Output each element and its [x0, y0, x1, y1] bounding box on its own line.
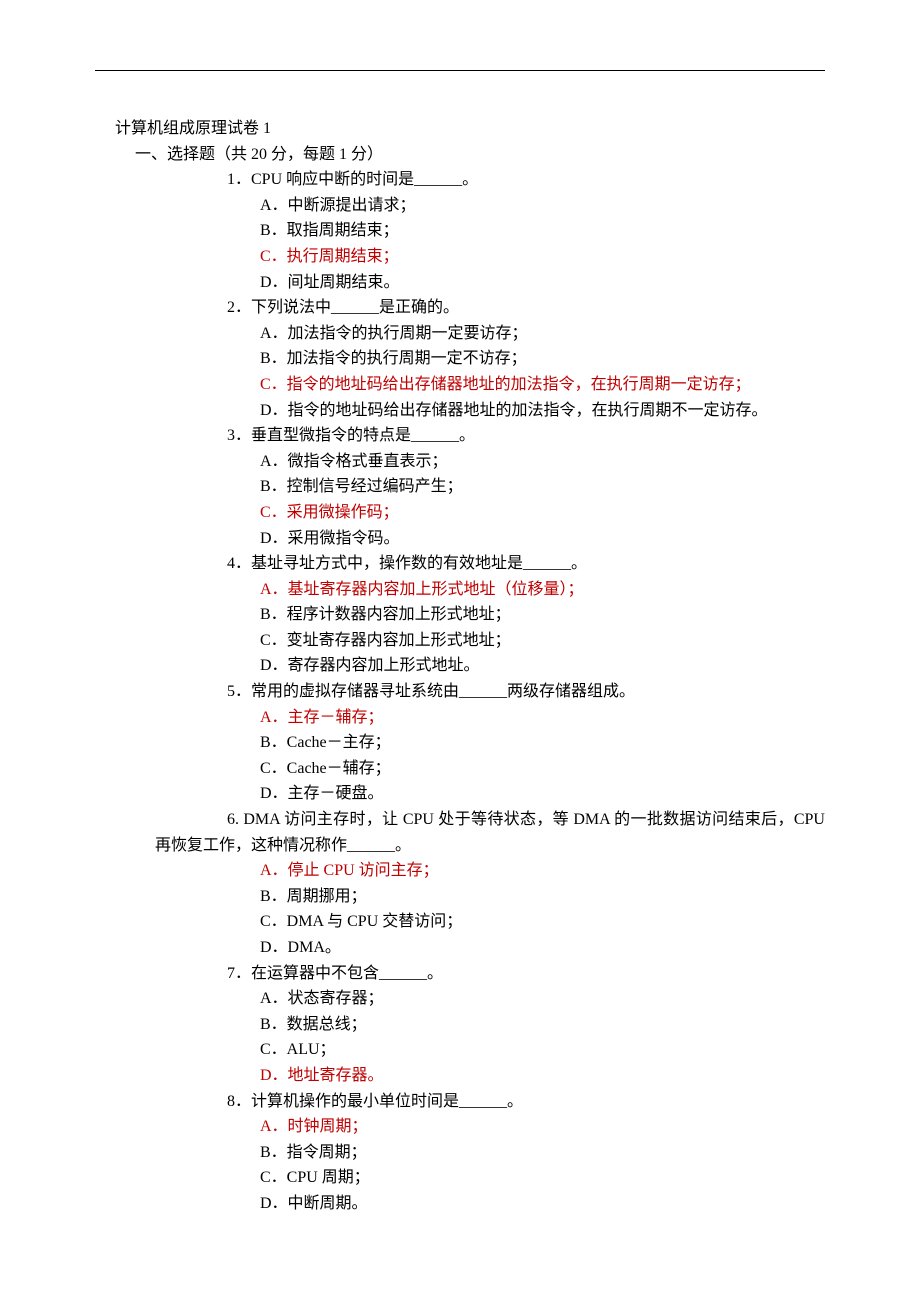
option: C．变址寄存器内容加上形式地址；	[260, 628, 825, 654]
option: C．Cache－辅存；	[260, 756, 825, 782]
option: D．主存－硬盘。	[260, 781, 825, 807]
option: B．Cache－主存；	[260, 730, 825, 756]
option: A．状态寄存器；	[260, 986, 825, 1012]
question-stem: 7．在运算器中不包含______。	[227, 961, 825, 987]
option: C．CPU 周期；	[260, 1165, 825, 1191]
document-page: 计算机组成原理试卷 1 一、选择题（共 20 分，每题 1 分） 1．CPU 响…	[0, 0, 920, 1302]
question-stem: 4．基址寻址方式中，操作数的有效地址是______。	[227, 551, 825, 577]
option-answer: C．采用微操作码；	[260, 500, 825, 526]
option: A．中断源提出请求；	[260, 193, 825, 219]
option: D．寄存器内容加上形式地址。	[260, 653, 825, 679]
option: A．加法指令的执行周期一定要访存；	[260, 321, 825, 347]
option: B．加法指令的执行周期一定不访存；	[260, 346, 825, 372]
exam-title: 计算机组成原理试卷 1	[115, 116, 825, 142]
option-answer: A．主存－辅存；	[260, 705, 825, 731]
option: D．中断周期。	[260, 1191, 825, 1217]
option: A．微指令格式垂直表示；	[260, 449, 825, 475]
question-stem: 6. DMA 访问主存时，让 CPU 处于等待状态，等 DMA 的一批数据访问结…	[95, 807, 825, 858]
question-stem: 2．下列说法中______是正确的。	[227, 295, 825, 321]
option: B．周期挪用；	[260, 884, 825, 910]
option: D．DMA。	[260, 935, 825, 961]
option: B．数据总线；	[260, 1012, 825, 1038]
option-answer: A．停止 CPU 访问主存；	[260, 858, 825, 884]
question-stem: 5．常用的虚拟存储器寻址系统由______两级存储器组成。	[227, 679, 825, 705]
option-answer: D．地址寄存器。	[260, 1063, 825, 1089]
option: C．DMA 与 CPU 交替访问；	[260, 909, 825, 935]
option-answer: A．基址寄存器内容加上形式地址（位移量）；	[260, 577, 825, 603]
option-answer: A．时钟周期；	[260, 1114, 825, 1140]
option: D．间址周期结束。	[260, 270, 825, 296]
option: B．指令周期；	[260, 1140, 825, 1166]
option: D．指令的地址码给出存储器地址的加法指令，在执行周期不一定访存。	[260, 398, 825, 424]
questions-container: 1．CPU 响应中断的时间是______。A．中断源提出请求；B．取指周期结束；…	[95, 167, 825, 1216]
question-stem: 3．垂直型微指令的特点是______。	[227, 423, 825, 449]
question-stem: 8．计算机操作的最小单位时间是______。	[227, 1089, 825, 1115]
option: C．ALU；	[260, 1037, 825, 1063]
option: B．程序计数器内容加上形式地址；	[260, 602, 825, 628]
option-answer: C．执行周期结束；	[260, 244, 825, 270]
option: B．取指周期结束；	[260, 218, 825, 244]
top-rule	[95, 70, 825, 71]
section-header: 一、选择题（共 20 分，每题 1 分）	[135, 142, 825, 168]
option: D．采用微指令码。	[260, 526, 825, 552]
option-answer: C．指令的地址码给出存储器地址的加法指令，在执行周期一定访存；	[260, 372, 825, 398]
question-stem: 1．CPU 响应中断的时间是______。	[227, 167, 825, 193]
option: B．控制信号经过编码产生；	[260, 474, 825, 500]
